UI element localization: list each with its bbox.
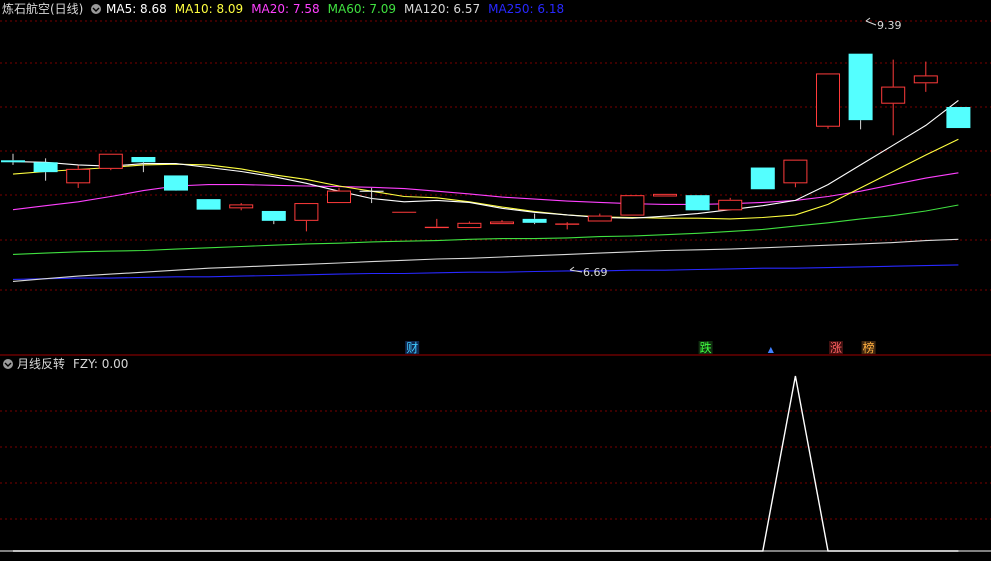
ma-values-legend: MA5: 8.68 MA10: 8.09 MA20: 7.58 MA60: 7.09 M… xyxy=(106,2,564,16)
candle[interactable] xyxy=(686,195,710,210)
candle[interactable] xyxy=(458,221,481,228)
ma10-value-label: MA10: 8.09 xyxy=(175,2,243,16)
low-price-label: 6.69 xyxy=(583,266,608,279)
candle-body-up xyxy=(230,205,253,208)
ma250-line xyxy=(13,265,958,280)
candle[interactable] xyxy=(197,199,221,210)
candle[interactable] xyxy=(849,54,873,130)
stock-chart-window: 9.39 6.69 财 跌 ▲ 涨 榜 炼石航空(日线) MA5: 8.68 MA10: … xyxy=(0,0,991,557)
candle[interactable] xyxy=(882,60,905,136)
candle-body-up xyxy=(784,160,807,183)
ma60-value-label: MA60: 7.09 xyxy=(328,2,396,16)
candle-body-down xyxy=(34,162,58,172)
candle-body-down xyxy=(164,175,188,190)
chart-canvas[interactable]: 9.39 6.69 财 跌 ▲ 涨 榜 炼石航空(日线) MA5: 8.68 MA10: … xyxy=(0,0,991,557)
candle-body-down xyxy=(686,195,710,210)
candle[interactable] xyxy=(99,154,122,170)
candle[interactable] xyxy=(1,154,25,165)
candle-body-up xyxy=(654,194,677,196)
event-marker[interactable]: ▲ xyxy=(768,345,775,354)
candle[interactable] xyxy=(556,222,579,229)
candle-body-up xyxy=(295,204,318,221)
indicator-value: FZY: 0.00 xyxy=(73,357,128,371)
candle[interactable] xyxy=(425,219,448,228)
stock-title[interactable]: 炼石航空(日线) xyxy=(2,1,83,16)
candle-body-up xyxy=(458,223,481,227)
ma5-value-label: MA5: 8.68 xyxy=(106,2,167,16)
candle[interactable] xyxy=(719,198,742,211)
grid-lines xyxy=(0,21,991,519)
candle-body-down xyxy=(197,199,221,210)
moving-average-lines xyxy=(13,100,958,281)
event-marker-label: 榜 xyxy=(863,340,875,355)
fzy-line xyxy=(13,376,958,551)
candle-body-up xyxy=(621,196,644,215)
candle[interactable] xyxy=(588,214,611,222)
candle[interactable] xyxy=(491,220,514,224)
candle[interactable] xyxy=(262,211,286,224)
candle-body-up xyxy=(491,222,514,224)
high-price-label: 9.39 xyxy=(877,19,902,32)
candle[interactable] xyxy=(164,175,188,190)
fzy-indicator-series xyxy=(13,376,958,551)
ma60-line xyxy=(13,205,958,254)
candle[interactable] xyxy=(295,203,318,231)
candle[interactable] xyxy=(751,168,775,190)
candle-body-down xyxy=(262,211,286,221)
candle-body-up xyxy=(99,154,122,168)
chevron-down-icon[interactable] xyxy=(3,359,13,369)
candle-body-down xyxy=(946,107,970,128)
event-markers[interactable]: 财 跌 ▲ 涨 榜 xyxy=(405,340,875,355)
event-marker[interactable]: 涨 xyxy=(829,340,843,355)
candle-body-down xyxy=(523,219,547,223)
event-marker-label: 涨 xyxy=(830,340,842,355)
ma20-value-label: MA20: 7.58 xyxy=(251,2,319,16)
candle-body-up xyxy=(328,191,351,203)
candle-body-down xyxy=(1,160,25,162)
ma120-value-label: MA120: 6.57 xyxy=(404,2,480,16)
candle[interactable] xyxy=(784,160,807,188)
candle-body-down xyxy=(751,168,775,190)
event-marker[interactable]: 财 xyxy=(405,341,419,355)
candle[interactable] xyxy=(67,166,90,188)
event-marker-label: 财 xyxy=(406,341,418,355)
event-marker-label: ▲ xyxy=(768,345,775,354)
candle-body-down xyxy=(849,54,873,120)
candle-body-up xyxy=(588,216,611,221)
candle[interactable] xyxy=(817,73,840,128)
candle-body-down xyxy=(131,157,155,162)
indicator-name[interactable]: 月线反转 xyxy=(17,356,65,371)
candle[interactable] xyxy=(230,203,253,210)
event-marker-label: 跌 xyxy=(700,340,712,355)
event-marker[interactable]: 榜 xyxy=(862,340,876,355)
candle[interactable] xyxy=(946,107,970,128)
candle-body-up xyxy=(882,87,905,103)
candle-body-up xyxy=(67,169,90,182)
candle[interactable] xyxy=(328,188,351,203)
ma250-value-label: MA250: 6.18 xyxy=(488,2,564,16)
candle[interactable] xyxy=(621,195,644,215)
indicator-pane-header: 月线反转 FZY: 0.00 xyxy=(3,356,128,371)
candle-body-up xyxy=(817,74,840,126)
candle[interactable] xyxy=(654,194,677,197)
price-pane-header: 炼石航空(日线) MA5: 8.68MA10: 8.09MA20: 7.58MA… xyxy=(2,1,564,16)
chevron-down-icon[interactable] xyxy=(91,4,101,14)
event-marker[interactable]: 跌 xyxy=(699,340,713,355)
candle[interactable] xyxy=(914,62,937,92)
candle-body-up xyxy=(914,76,937,83)
candle[interactable] xyxy=(523,214,547,225)
ma120-line xyxy=(13,239,958,281)
candle-body-up xyxy=(719,200,742,210)
